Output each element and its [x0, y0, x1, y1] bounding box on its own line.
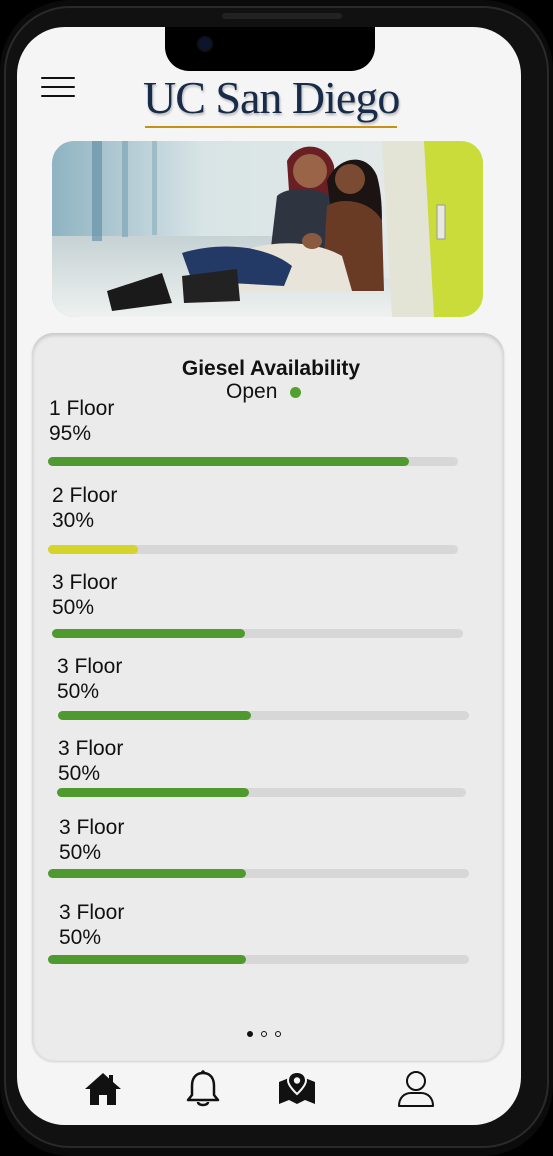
- phone-frame: UC San Diego Giesel Availability Open 1 …: [0, 0, 553, 1156]
- floor-name: 3 Floor: [58, 737, 124, 760]
- floor-row: 3 Floor 50%: [59, 815, 124, 865]
- floor-row: 3 Floor 50%: [59, 900, 124, 950]
- floor-percent: 30%: [52, 509, 95, 532]
- open-status: Open: [226, 380, 302, 404]
- floor-row: 3 Floor 50%: [52, 570, 117, 620]
- floor-percent: 50%: [59, 841, 102, 864]
- floor-name: 3 Floor: [52, 571, 118, 594]
- floor-name: 2 Floor: [52, 484, 118, 507]
- nav-home-button[interactable]: [81, 1067, 125, 1111]
- floor-name: 3 Floor: [57, 655, 123, 678]
- bar-fill: [52, 629, 246, 638]
- nav-map-button[interactable]: [275, 1067, 319, 1111]
- map-pin-icon: [279, 1070, 315, 1104]
- page-dot[interactable]: [275, 1031, 281, 1037]
- home-icon: [85, 1073, 121, 1105]
- floor-percent: 50%: [57, 680, 100, 703]
- floor-name: 3 Floor: [59, 901, 125, 924]
- floor-availability-bar: [48, 457, 458, 466]
- status-dot: [290, 386, 302, 398]
- status-label: Open: [226, 380, 278, 403]
- floor-percent: 95%: [49, 422, 92, 445]
- page-dot[interactable]: [261, 1031, 267, 1037]
- front-camera: [199, 38, 211, 50]
- page-indicator: [247, 1031, 281, 1037]
- camera-notch: [165, 27, 375, 71]
- availability-card: Giesel Availability Open 1 Floor 95% 2 F…: [32, 333, 504, 1061]
- floor-availability-bar: [48, 955, 469, 964]
- floor-percent: 50%: [58, 762, 101, 785]
- floor-name: 3 Floor: [59, 816, 125, 839]
- ucsd-logo: UC San Diego: [143, 72, 400, 123]
- bell-icon: [186, 1070, 220, 1107]
- logo-underline: [145, 126, 397, 128]
- card-title: Giesel Availability: [181, 357, 361, 380]
- screen: UC San Diego Giesel Availability Open 1 …: [17, 27, 521, 1125]
- floor-availability-bar: [58, 711, 469, 720]
- bar-fill: [48, 869, 246, 878]
- hero-photo-students-in-hallway: [52, 141, 483, 317]
- bar-fill: [48, 545, 139, 554]
- floor-availability-bar: [52, 629, 463, 638]
- bar-fill: [58, 711, 252, 720]
- floor-availability-bar: [48, 545, 458, 554]
- nav-notifications-button[interactable]: [181, 1067, 225, 1111]
- earpiece-speaker: [222, 13, 342, 19]
- floor-availability-bar: [48, 869, 469, 878]
- floor-row: 3 Floor 50%: [57, 654, 122, 704]
- bar-fill: [48, 457, 409, 466]
- user-icon: [398, 1071, 434, 1107]
- floor-availability-bar: [57, 788, 466, 797]
- nav-profile-button[interactable]: [393, 1067, 437, 1111]
- floor-row: 2 Floor 30%: [52, 483, 117, 533]
- bar-fill: [48, 955, 246, 964]
- hamburger-menu-icon[interactable]: [41, 77, 75, 97]
- floor-percent: 50%: [59, 926, 102, 949]
- page-dot[interactable]: [247, 1031, 253, 1037]
- floor-row: 3 Floor 50%: [58, 736, 123, 786]
- floor-name: 1 Floor: [49, 397, 115, 420]
- floor-row: 1 Floor 95%: [49, 396, 114, 446]
- bar-fill: [57, 788, 250, 797]
- floor-percent: 50%: [52, 596, 95, 619]
- hero-image: [52, 141, 483, 317]
- bottom-nav: [17, 1067, 521, 1125]
